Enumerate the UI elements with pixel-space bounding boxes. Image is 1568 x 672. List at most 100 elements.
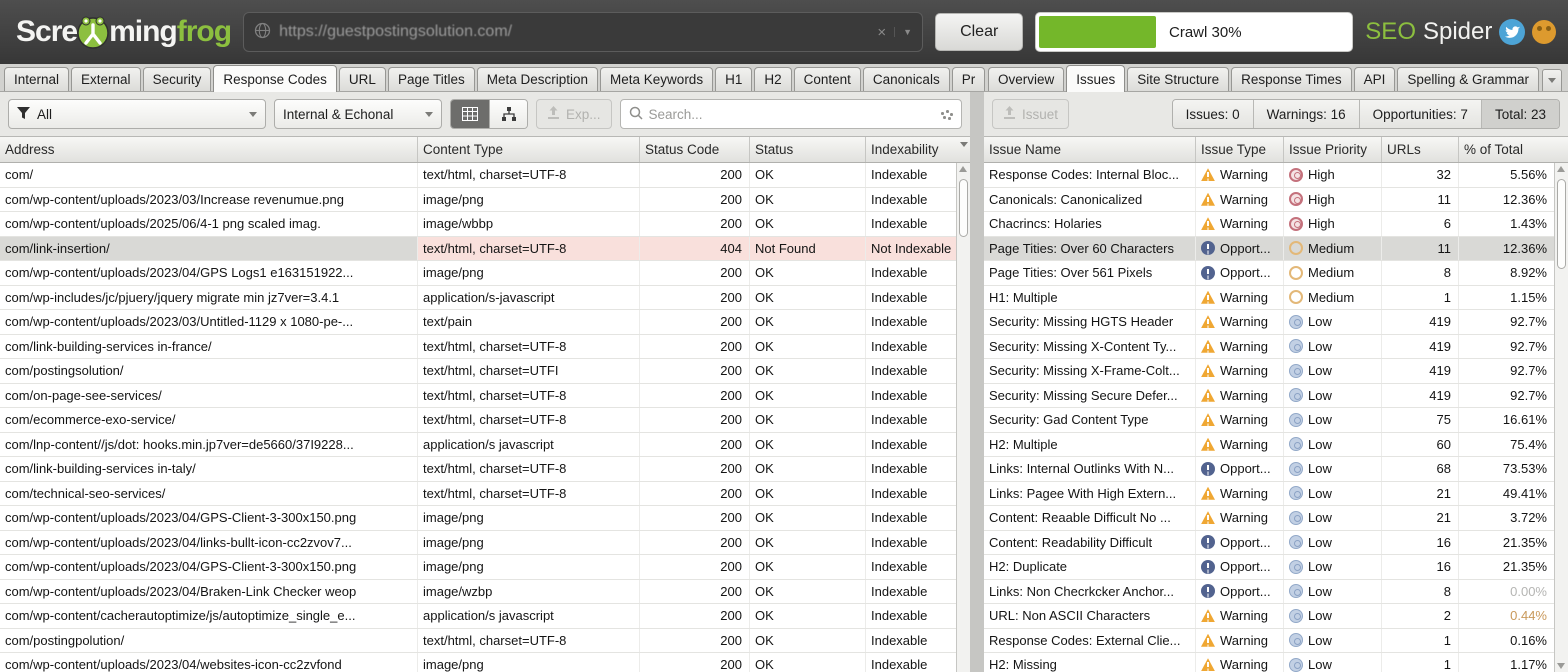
tab-h1[interactable]: H1: [715, 67, 753, 91]
table-row[interactable]: com/wp-includes/jc/pjuery/jquery migrate…: [0, 285, 956, 310]
table-row[interactable]: com/wp-content/uploads/2023/04/websites-…: [0, 653, 956, 672]
issues-export-button[interactable]: Issuet: [992, 99, 1070, 129]
issue-row[interactable]: Content: Readability Difficult Opport... L…: [984, 530, 1554, 555]
issue-row[interactable]: Canonicals: Canonicalized Warning High 11 12…: [984, 187, 1554, 212]
tab-pr[interactable]: Pr: [951, 67, 986, 91]
column-header-issue-priority[interactable]: Issue Priority: [1284, 137, 1382, 162]
tab-meta-description[interactable]: Meta Description: [476, 67, 599, 91]
column-header-urls[interactable]: URLs: [1382, 137, 1459, 162]
table-row[interactable]: com/wp-content/uploads/2023/03/Increase …: [0, 187, 956, 212]
tab-response-times[interactable]: Response Times: [1231, 67, 1352, 91]
table-row[interactable]: com/on-page-see-services/text/html, char…: [0, 383, 956, 408]
left-table-scrollbar[interactable]: [956, 163, 970, 672]
tab-api[interactable]: API: [1353, 67, 1396, 91]
url-input-wrap[interactable]: https://guestpostingsolution.com/ × ▼: [243, 12, 924, 52]
column-header-pct-of-total[interactable]: % of Total: [1459, 137, 1568, 162]
counter-warnings[interactable]: Warnings: 16: [1252, 100, 1359, 128]
scroll-up-icon[interactable]: [1557, 166, 1565, 172]
counter-total[interactable]: Total: 23: [1480, 100, 1559, 128]
tab-meta-keywords[interactable]: Meta Keywords: [600, 67, 714, 91]
issue-row[interactable]: H2: Multiple Warning Low 60 75.4%: [984, 432, 1554, 457]
tab-external[interactable]: External: [71, 67, 141, 91]
table-row[interactable]: com/wp-content/uploads/2025/06/4-1 png s…: [0, 212, 956, 237]
issue-row[interactable]: Page Tities: Over 60 Characters Opport...…: [984, 236, 1554, 261]
table-row[interactable]: com/lnp-content//js/dot: hooks.min.jp7ve…: [0, 432, 956, 457]
table-row[interactable]: com/wp-content/uploads/2023/04/Braken-Li…: [0, 579, 956, 604]
issue-row[interactable]: H1: Multiple Warning Medium 1 1.15%: [984, 285, 1554, 310]
table-row[interactable]: com/text/html, charset=UTF-8 200 OK Indexab…: [0, 163, 956, 188]
tab-page-titles[interactable]: Page Titles: [387, 67, 475, 91]
tab-site-structure[interactable]: Site Structure: [1127, 67, 1230, 91]
tab-security[interactable]: Security: [142, 67, 212, 91]
frog-badge-icon[interactable]: [1532, 20, 1557, 44]
column-header-status[interactable]: Status: [750, 137, 866, 162]
url-input-value[interactable]: https://guestpostingsolution.com/: [279, 23, 869, 41]
search-box[interactable]: [619, 99, 962, 129]
column-header-issue-name[interactable]: Issue Name: [984, 137, 1196, 162]
tab-internal[interactable]: Internal: [4, 67, 70, 91]
issue-row[interactable]: H2: Missing Warning Low 1 1.17%: [984, 653, 1554, 672]
scope-dropdown[interactable]: Internal & Echonal: [274, 99, 442, 129]
issue-row[interactable]: Security: Missing X-Frame-Colt... Warning…: [984, 359, 1554, 384]
issue-row[interactable]: Security: Missing X-Content Ty... Warning…: [984, 334, 1554, 359]
issue-row[interactable]: URL: Non ASCII Characters Warning Low 2 0.44…: [984, 604, 1554, 629]
table-row[interactable]: com/postingsolution/text/html, charset=U…: [0, 359, 956, 384]
issues-table-scrollbar[interactable]: [1554, 163, 1568, 672]
table-row[interactable]: com/link-building-services in-taly/text/…: [0, 457, 956, 482]
column-header-indexability[interactable]: Indexability: [866, 137, 970, 162]
issue-row[interactable]: Links: Pagee With High Extern... Warning L…: [984, 481, 1554, 506]
panel-divider[interactable]: [970, 92, 984, 672]
clear-url-icon[interactable]: ×: [877, 24, 886, 41]
table-row[interactable]: com/wp-content/uploads/2023/04/GPS-Clien…: [0, 555, 956, 580]
issue-row[interactable]: Response Codes: Internal Bloc... Warning H…: [984, 163, 1554, 188]
counter-opportunities[interactable]: Opportunities: 7: [1358, 100, 1481, 128]
table-row[interactable]: com/wp-content/uploads/2023/03/Untitled-…: [0, 310, 956, 335]
twitter-icon[interactable]: [1499, 19, 1526, 45]
tab-spelling-grammar[interactable]: Spelling & Grammar: [1397, 67, 1539, 91]
issue-row[interactable]: H2: Duplicate Opport... Low 16 21.35%: [984, 555, 1554, 580]
export-button[interactable]: Exp...: [536, 99, 612, 129]
table-row[interactable]: com/link-insertion/text/html, charset=UT…: [0, 236, 956, 261]
column-header-address[interactable]: Address: [0, 137, 418, 162]
table-row[interactable]: com/ecommerce-exo-service/text/html, cha…: [0, 408, 956, 433]
tab-response-codes[interactable]: Response Codes: [213, 65, 337, 92]
search-input[interactable]: [648, 106, 935, 122]
table-row[interactable]: com/link-building-services in-france/tex…: [0, 334, 956, 359]
scroll-up-icon[interactable]: [959, 166, 967, 172]
issue-row[interactable]: Links: Non Checrkcker Anchor... Opport...…: [984, 579, 1554, 604]
table-view-button[interactable]: [451, 100, 489, 128]
table-row[interactable]: com/postingpolution/text/html, charset=U…: [0, 628, 956, 653]
table-row[interactable]: com/wp-content/cacherautoptimize/js/auto…: [0, 604, 956, 629]
column-header-status-code[interactable]: Status Code: [640, 137, 750, 162]
table-row[interactable]: com/wp-content/uploads/2023/04/GPS Logs1…: [0, 261, 956, 286]
tab-url[interactable]: URL: [338, 67, 386, 91]
table-row[interactable]: com/wp-content/uploads/2023/04/GPS-Clien…: [0, 506, 956, 531]
tab-content[interactable]: Content: [793, 67, 861, 91]
filter-dropdown[interactable]: All: [8, 99, 266, 129]
issue-row[interactable]: Content: Reaable Difficult No ... Warning…: [984, 506, 1554, 531]
column-header-content-type[interactable]: Content Type: [418, 137, 640, 162]
issue-row[interactable]: Response Codes: External Clie... Warning L…: [984, 628, 1554, 653]
url-dropdown-icon[interactable]: ▼: [894, 27, 912, 37]
scroll-thumb[interactable]: [959, 179, 968, 237]
tab-overflow-button[interactable]: [1541, 69, 1562, 91]
column-header-issue-type[interactable]: Issue Type: [1196, 137, 1284, 162]
tab-overview[interactable]: Overview: [988, 67, 1065, 91]
issue-row[interactable]: Security: Gad Content Type Warning Low 75 16…: [984, 408, 1554, 433]
clear-button[interactable]: Clear: [935, 13, 1024, 51]
search-options-icon[interactable]: [941, 109, 953, 119]
tab-h2[interactable]: H2: [754, 67, 792, 91]
scroll-down-icon[interactable]: [1557, 663, 1565, 669]
table-row[interactable]: com/technical-seo-services/text/html, ch…: [0, 481, 956, 506]
counter-issues[interactable]: Issues: 0: [1172, 100, 1253, 128]
table-row[interactable]: com/wp-content/uploads/2023/04/links-bul…: [0, 530, 956, 555]
tab-issues[interactable]: Issues: [1066, 65, 1126, 92]
issue-row[interactable]: Security: Missing HGTS Header Warning Low 4…: [984, 310, 1554, 335]
tree-view-button[interactable]: [489, 100, 527, 128]
issue-row[interactable]: Page Tities: Over 561 Pixels Opport... Med…: [984, 261, 1554, 286]
issue-row[interactable]: Links: Internal Outlinks With N... Opport…: [984, 457, 1554, 482]
scroll-thumb[interactable]: [1557, 179, 1566, 269]
tab-canonicals[interactable]: Canonicals: [862, 67, 950, 91]
column-options-icon[interactable]: [960, 142, 968, 147]
issue-row[interactable]: Security: Missing Secure Defer... Warning…: [984, 383, 1554, 408]
